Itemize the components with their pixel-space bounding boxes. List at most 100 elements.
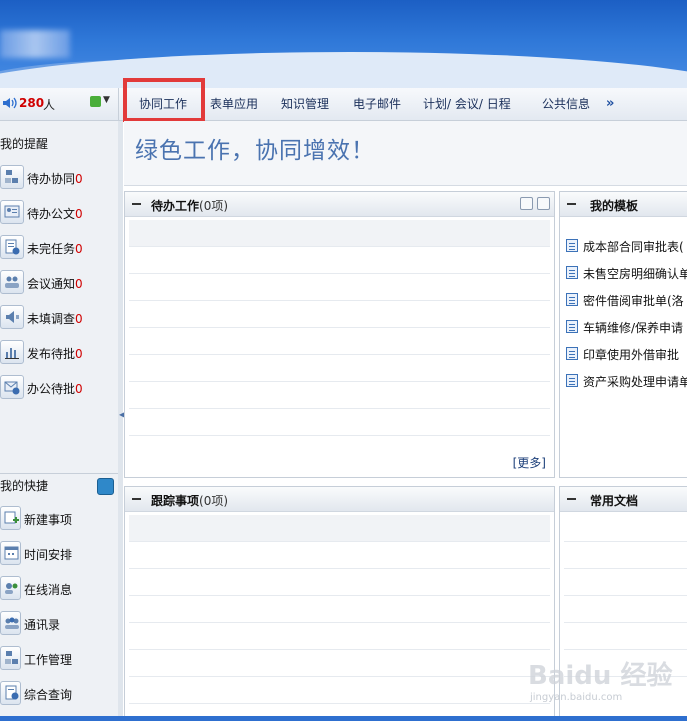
collaboration-icon	[0, 165, 24, 189]
sidebar-item-label: 待办公文	[27, 207, 76, 221]
close-icon[interactable]	[537, 197, 550, 210]
bottom-border	[0, 716, 687, 721]
collapse-icon[interactable]	[566, 198, 577, 209]
table-row	[564, 515, 687, 542]
table-row	[129, 677, 550, 704]
table-row	[564, 569, 687, 596]
table-row	[129, 355, 550, 382]
task-icon	[0, 235, 24, 259]
edit-icon[interactable]	[520, 197, 533, 210]
contacts-icon	[0, 611, 21, 635]
active-tab-highlight	[123, 78, 205, 122]
shortcut-label: 工作管理	[24, 653, 73, 667]
panel-count: (0项)	[199, 494, 229, 508]
panel-count: (0项)	[199, 199, 229, 213]
table-row	[129, 542, 550, 569]
panel-title: 常用文档	[590, 494, 639, 508]
tab-email[interactable]: 电子邮件	[353, 95, 401, 112]
template-label: 密件借阅审批单(洛	[583, 294, 684, 308]
sidebar-item-label: 待办协同	[27, 172, 76, 186]
table-row	[564, 542, 687, 569]
meeting-icon	[0, 270, 24, 294]
templates-panel: 我的模板 成本部合同审批表( 未售空房明细确认单 密件借阅审批单(洛 车辆维修/…	[559, 191, 687, 478]
sidebar-item-label: 办公待批	[27, 382, 76, 396]
pending-work-panel: 待办工作(0项) [更多]	[124, 191, 555, 478]
chevron-down-icon[interactable]: ▼	[103, 95, 110, 105]
tab-plan-meeting-schedule[interactable]: 计划/ 会议/ 日程	[423, 95, 511, 112]
tab-form-application[interactable]: 表单应用	[210, 95, 258, 112]
table-row	[129, 623, 550, 650]
form-icon	[566, 293, 578, 306]
panel-header: 跟踪事项(0项)	[125, 487, 554, 512]
table-row	[129, 596, 550, 623]
table-row	[129, 382, 550, 409]
form-icon	[566, 347, 578, 360]
template-label: 车辆维修/保养申请	[583, 321, 684, 335]
watermark: Baidu 经验	[528, 661, 673, 691]
table-row	[129, 409, 550, 436]
banner-wave	[0, 52, 687, 90]
chart-icon	[0, 340, 24, 364]
online-user-count[interactable]: 280	[19, 96, 44, 110]
reminder-count: 0	[75, 347, 83, 361]
collapse-icon[interactable]	[566, 493, 577, 504]
tab-public-info[interactable]: 公共信息	[542, 95, 590, 112]
panel-title: 待办工作	[151, 199, 200, 213]
new-item-icon	[0, 506, 21, 530]
reminder-count: 0	[75, 242, 83, 256]
sidebar-splitter[interactable]	[118, 121, 123, 721]
form-icon	[566, 239, 578, 252]
shortcuts-title: 我的快捷	[0, 479, 49, 493]
collapse-icon[interactable]	[131, 493, 142, 504]
table-row	[129, 274, 550, 301]
online-status-bar: 280 人 ▼	[0, 88, 119, 120]
panel-header: 待办工作(0项)	[125, 192, 554, 217]
reminders-title: 我的提醒	[0, 137, 49, 151]
status-check-icon[interactable]	[90, 96, 101, 107]
collapse-icon[interactable]	[131, 198, 142, 209]
watermark-url: jingyan.baidu.com	[530, 692, 623, 703]
sidebar: 我的提醒 待办协同0 待办公文0 未完任务0 会议通知0 未填调查0 发布待批0…	[0, 121, 119, 721]
template-label: 成本部合同审批表(	[583, 240, 684, 254]
more-link[interactable]: [更多]	[513, 454, 546, 471]
speaker-icon[interactable]	[2, 96, 18, 110]
shortcut-label: 综合查询	[24, 688, 73, 702]
sidebar-item-label: 发布待批	[27, 347, 76, 361]
reminder-count: 0	[75, 312, 83, 326]
table-row	[129, 247, 550, 274]
office-approval-icon	[0, 375, 24, 399]
form-icon	[566, 266, 578, 279]
header-banner	[0, 0, 687, 90]
sidebar-item-label: 未填调查	[27, 312, 76, 326]
table-row	[564, 596, 687, 623]
reminder-count: 0	[75, 382, 83, 396]
template-label: 印章使用外借审批	[583, 348, 680, 362]
online-user-unit: 人	[43, 98, 56, 112]
shortcut-label: 时间安排	[24, 548, 73, 562]
survey-icon	[0, 305, 24, 329]
message-icon	[0, 576, 21, 600]
shortcut-settings-icon[interactable]	[97, 478, 114, 495]
shortcut-label: 新建事项	[24, 513, 73, 527]
form-icon	[566, 374, 578, 387]
table-row	[129, 650, 550, 677]
document-icon	[0, 200, 24, 224]
page-slogan: 绿色工作，协同增效！	[135, 138, 375, 164]
panel-title: 跟踪事项	[151, 494, 200, 508]
query-icon	[0, 681, 21, 705]
shortcut-label: 在线消息	[24, 583, 73, 597]
panel-header: 常用文档	[560, 487, 687, 512]
table-row	[129, 569, 550, 596]
form-icon	[566, 320, 578, 333]
tab-knowledge-management[interactable]: 知识管理	[281, 95, 329, 112]
template-label: 未售空房明细确认单	[583, 267, 687, 281]
table-row	[129, 301, 550, 328]
sidebar-item-label: 会议通知	[27, 277, 76, 291]
nav-more-button[interactable]: »	[606, 96, 614, 111]
table-row	[129, 515, 550, 542]
table-row	[129, 328, 550, 355]
reminder-count: 0	[75, 172, 83, 186]
logo	[0, 30, 70, 58]
shortcut-label: 通讯录	[24, 618, 61, 632]
reminder-count: 0	[75, 277, 83, 291]
